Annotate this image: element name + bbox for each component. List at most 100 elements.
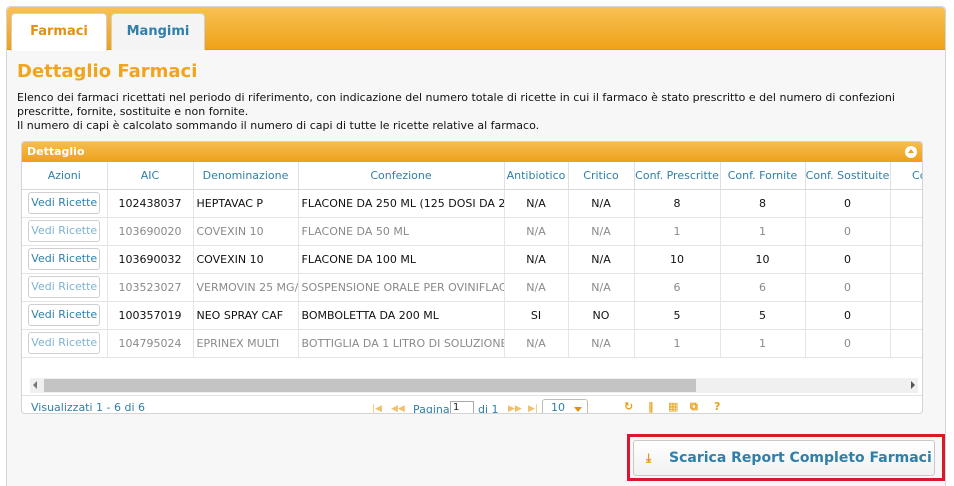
- confezione-cell: BOMBOLETTA DA 200 ML: [298, 301, 505, 330]
- antibiotico-cell: N/A: [504, 189, 569, 218]
- denominazione-cell: COVEXIN 10: [193, 217, 299, 246]
- confezione-cell: SOSPENSIONE ORALE PER OVINIFLACONE DA: [298, 273, 505, 302]
- page-description: Elenco dei farmaci ricettati nel periodo…: [17, 91, 917, 133]
- fornite-cell: 8: [720, 189, 806, 218]
- critico-cell: NO: [568, 301, 635, 330]
- prescritte-cell: 5: [634, 301, 721, 330]
- prescritte-cell: 6: [634, 273, 721, 302]
- column-header-conf-more[interactable]: Conf.: [890, 162, 922, 190]
- column-header-antibiotico[interactable]: Antibiotico: [504, 162, 569, 190]
- tab-farmaci[interactable]: Farmaci: [11, 13, 107, 51]
- antibiotico-cell: SI: [504, 301, 569, 330]
- column-header-conf-fornite[interactable]: Conf. Fornite: [720, 162, 806, 190]
- denominazione-cell: VERMOVIN 25 MG/ML: [193, 273, 299, 302]
- denominazione-cell: HEPTAVAC P: [193, 189, 299, 218]
- denominazione-cell: EPRINEX MULTI: [193, 329, 299, 358]
- next-page-icon[interactable]: ▶▶: [508, 404, 522, 413]
- vedi-ricette-button[interactable]: Vedi Ricette: [28, 304, 101, 326]
- last-page-icon[interactable]: ▶|: [528, 404, 538, 413]
- description-line-3: Il numero di capi è calcolato sommando i…: [17, 119, 540, 132]
- table-header-row: Azioni AIC Denominazione Confezione Anti…: [22, 162, 922, 190]
- aic-cell: 102438037: [107, 189, 194, 218]
- prescritte-cell: 8: [634, 189, 721, 218]
- sostituite-cell: 0: [805, 273, 891, 302]
- download-icon: ⤓: [646, 451, 652, 465]
- detail-grid: Dettaglio Azioni AIC Denominazione Confe…: [21, 141, 923, 414]
- aic-cell: 100357019: [107, 301, 194, 330]
- prescritte-cell: 1: [634, 217, 721, 246]
- table-row: Vedi Ricette 103523027 VERMOVIN 25 MG/ML…: [22, 273, 922, 302]
- scroll-left-icon[interactable]: [33, 381, 37, 389]
- rows-per-page-select[interactable]: 10: [542, 399, 588, 413]
- table-row: Vedi Ricette 103690032 COVEXIN 10 FLACON…: [22, 245, 922, 274]
- vedi-ricette-button[interactable]: Vedi Ricette: [28, 220, 101, 242]
- first-page-icon[interactable]: |◀: [372, 404, 382, 413]
- tab-mangimi[interactable]: Mangimi: [111, 13, 205, 50]
- critico-cell: N/A: [568, 217, 635, 246]
- table-row: Vedi Ricette 100357019 NEO SPRAY CAF BOM…: [22, 301, 922, 330]
- antibiotico-cell: N/A: [504, 217, 569, 246]
- fornite-cell: 6: [720, 273, 806, 302]
- columns-icon[interactable]: ‖: [648, 400, 654, 413]
- critico-cell: N/A: [568, 189, 635, 218]
- critico-cell: N/A: [568, 273, 635, 302]
- extra-cell: [890, 301, 922, 330]
- confezione-cell: BOTTIGLIA DA 1 LITRO DI SOLUZIONE: [298, 329, 505, 358]
- prev-page-icon[interactable]: ◀◀: [391, 404, 405, 413]
- grid-icon[interactable]: ▦: [668, 400, 678, 413]
- extra-cell: [890, 245, 922, 274]
- row-actions-cell: Vedi Ricette: [22, 329, 108, 358]
- column-header-conf-prescritte[interactable]: Conf. Prescritte: [634, 162, 721, 190]
- grid-caption: Dettaglio: [22, 142, 922, 162]
- sostituite-cell: 0: [805, 189, 891, 218]
- column-header-denominazione[interactable]: Denominazione: [193, 162, 299, 190]
- fornite-cell: 5: [720, 301, 806, 330]
- sostituite-cell: 0: [805, 301, 891, 330]
- grid-caption-label: Dettaglio: [27, 145, 85, 158]
- confezione-cell: FLACONE DA 100 ML: [298, 245, 505, 274]
- fornite-cell: 1: [720, 217, 806, 246]
- critico-cell: N/A: [568, 245, 635, 274]
- page-number-input[interactable]: 1: [450, 401, 474, 413]
- vedi-ricette-button[interactable]: Vedi Ricette: [28, 248, 101, 270]
- table-row: Vedi Ricette 102438037 HEPTAVAC P FLACON…: [22, 189, 922, 218]
- column-header-confezione[interactable]: Confezione: [298, 162, 505, 190]
- denominazione-cell: COVEXIN 10: [193, 245, 299, 274]
- collapse-icon[interactable]: [905, 146, 917, 158]
- column-header-aic[interactable]: AIC: [107, 162, 194, 190]
- sostituite-cell: 0: [805, 217, 891, 246]
- export-icon[interactable]: ⧉: [690, 400, 698, 413]
- column-header-critico[interactable]: Critico: [568, 162, 635, 190]
- chevron-down-icon: [574, 407, 582, 412]
- pager: Visualizzati 1 - 6 di 6 |◀ ◀◀ Pagina 1 d…: [22, 395, 922, 414]
- horizontal-scrollbar[interactable]: [30, 378, 918, 393]
- sostituite-cell: 0: [805, 245, 891, 274]
- scroll-right-icon[interactable]: [911, 381, 915, 389]
- download-report-button[interactable]: ⤓ Scarica Report Completo Farmaci: [633, 440, 935, 476]
- denominazione-cell: NEO SPRAY CAF: [193, 301, 299, 330]
- extra-cell: [890, 273, 922, 302]
- help-icon[interactable]: ?: [714, 400, 720, 413]
- grid-table-viewport[interactable]: Azioni AIC Denominazione Confezione Anti…: [22, 162, 922, 374]
- row-actions-cell: Vedi Ricette: [22, 189, 108, 218]
- aic-cell: 104795024: [107, 329, 194, 358]
- description-line-1: Elenco dei farmaci ricettati nel periodo…: [17, 91, 895, 104]
- critico-cell: N/A: [568, 329, 635, 358]
- scrollbar-thumb[interactable]: [44, 379, 696, 392]
- antibiotico-cell: N/A: [504, 273, 569, 302]
- vedi-ricette-button[interactable]: Vedi Ricette: [28, 332, 101, 354]
- extra-cell: [890, 189, 922, 218]
- column-header-conf-sostituite[interactable]: Conf. Sostituite: [805, 162, 891, 190]
- table-row: Vedi Ricette 103690020 COVEXIN 10 FLACON…: [22, 217, 922, 246]
- vedi-ricette-button[interactable]: Vedi Ricette: [28, 192, 101, 214]
- row-actions-cell: Vedi Ricette: [22, 301, 108, 330]
- confezione-cell: FLACONE DA 50 ML: [298, 217, 505, 246]
- vedi-ricette-button[interactable]: Vedi Ricette: [28, 276, 101, 298]
- aic-cell: 103523027: [107, 273, 194, 302]
- prescritte-cell: 10: [634, 245, 721, 274]
- refresh-icon[interactable]: ↻: [624, 400, 633, 413]
- column-header-azioni[interactable]: Azioni: [22, 162, 108, 190]
- extra-cell: [890, 329, 922, 358]
- records-info: Visualizzati 1 - 6 di 6: [31, 401, 146, 414]
- antibiotico-cell: N/A: [504, 245, 569, 274]
